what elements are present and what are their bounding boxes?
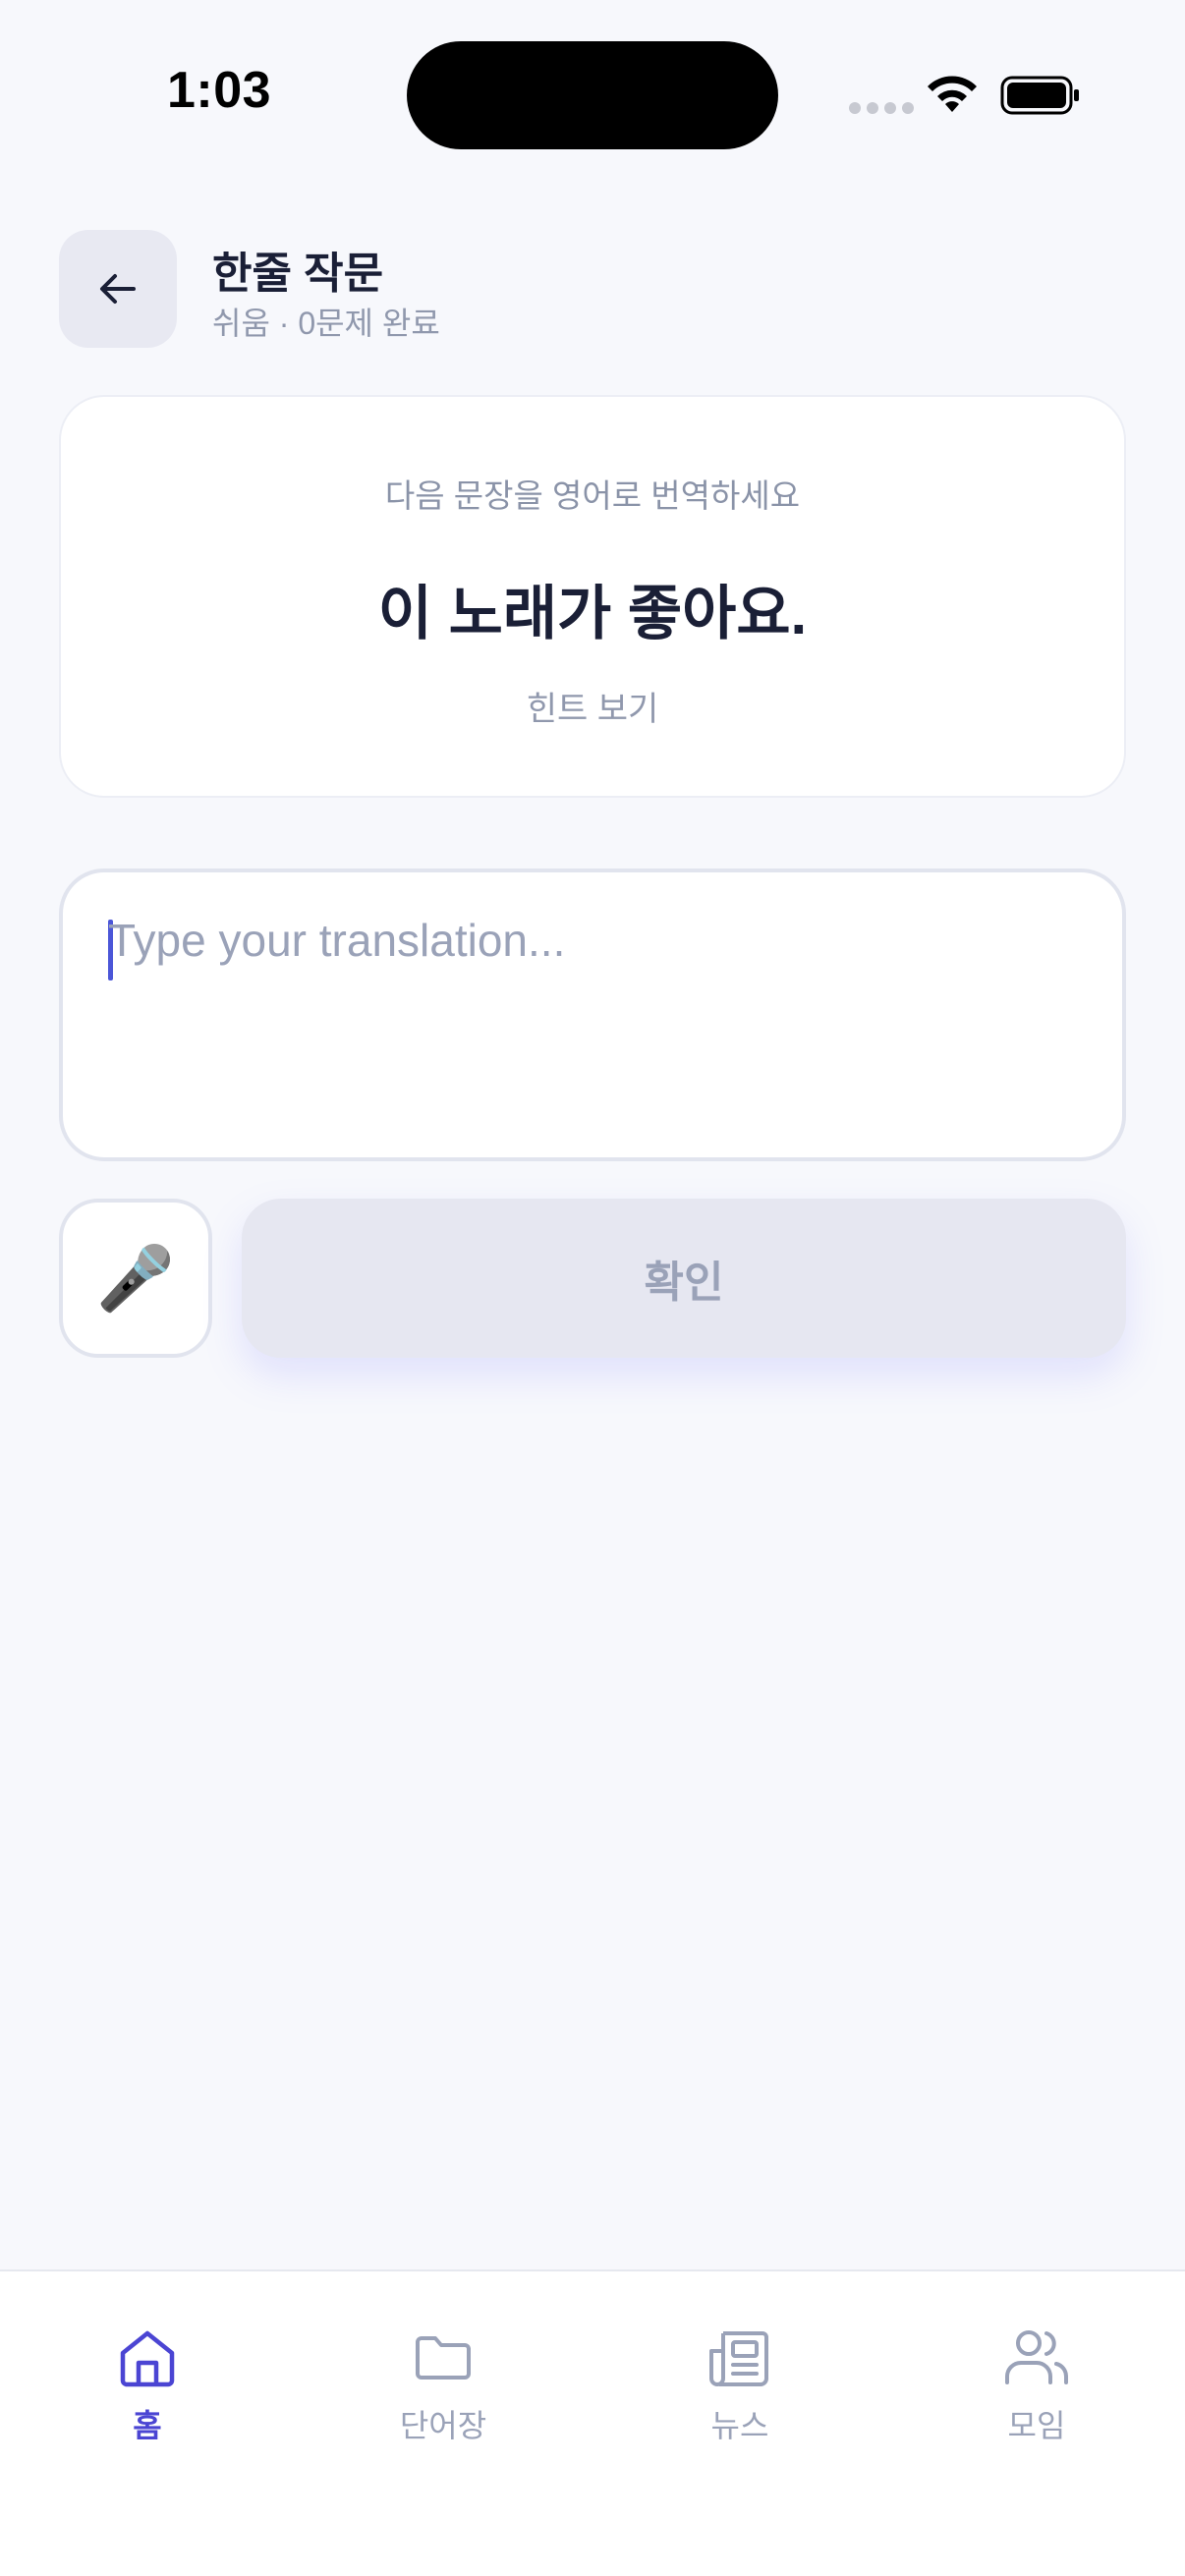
status-time: 1:03: [167, 62, 272, 119]
wifi-icon: [928, 76, 977, 112]
users-icon: [1005, 2330, 1068, 2384]
nav-label-news: 뉴스: [710, 2408, 769, 2443]
newspaper-icon: [709, 2331, 768, 2386]
page-title: 한줄 작문: [212, 250, 384, 298]
prompt-sentence: 이 노래가 좋아요.: [377, 581, 808, 646]
prompt-card: 다음 문장을 영어로 번역하세요 이 노래가 좋아요. 힌트 보기: [59, 395, 1126, 798]
translation-input-container: [59, 868, 1126, 1161]
nav-item-group[interactable]: 모임: [938, 2323, 1135, 2446]
folder-icon: [416, 2336, 471, 2380]
microphone-button[interactable]: 🎤: [59, 1199, 212, 1358]
nav-item-wordbook[interactable]: 단어장: [345, 2323, 541, 2446]
translation-input[interactable]: [108, 914, 1071, 1110]
nav-label-wordbook: 단어장: [399, 2408, 487, 2443]
hint-link[interactable]: 힌트 보기: [61, 682, 1124, 730]
nav-item-home[interactable]: 홈: [49, 2323, 246, 2446]
confirm-button[interactable]: 확인: [242, 1199, 1126, 1358]
microphone-icon: 🎤: [96, 1243, 175, 1314]
arrow-left-icon: [100, 274, 136, 304]
battery-icon: [1000, 76, 1079, 115]
back-button[interactable]: [59, 230, 177, 348]
header: 한줄 작문 쉬움 · 0문제 완료: [59, 230, 1126, 348]
dynamic-island: [407, 41, 778, 149]
nav-label-group: 모임: [1007, 2408, 1066, 2443]
nav-label-home: 홈: [133, 2408, 162, 2443]
nav-item-news[interactable]: 뉴스: [642, 2323, 838, 2446]
status-bar: 1:03: [0, 0, 1185, 187]
page-subtitle: 쉬움 · 0문제 완료: [212, 306, 440, 341]
cellular-signal-icon: [849, 102, 914, 114]
screen: 1:03 한줄 작문 쉬움 · 0문제 완료 다음 문장을 영어로 번역하세요 …: [0, 0, 1185, 2576]
prompt-instruction: 다음 문장을 영어로 번역하세요: [384, 477, 801, 514]
home-icon: [120, 2330, 175, 2387]
bottom-nav: 홈 단어장 뉴스 모임: [0, 2269, 1185, 2576]
